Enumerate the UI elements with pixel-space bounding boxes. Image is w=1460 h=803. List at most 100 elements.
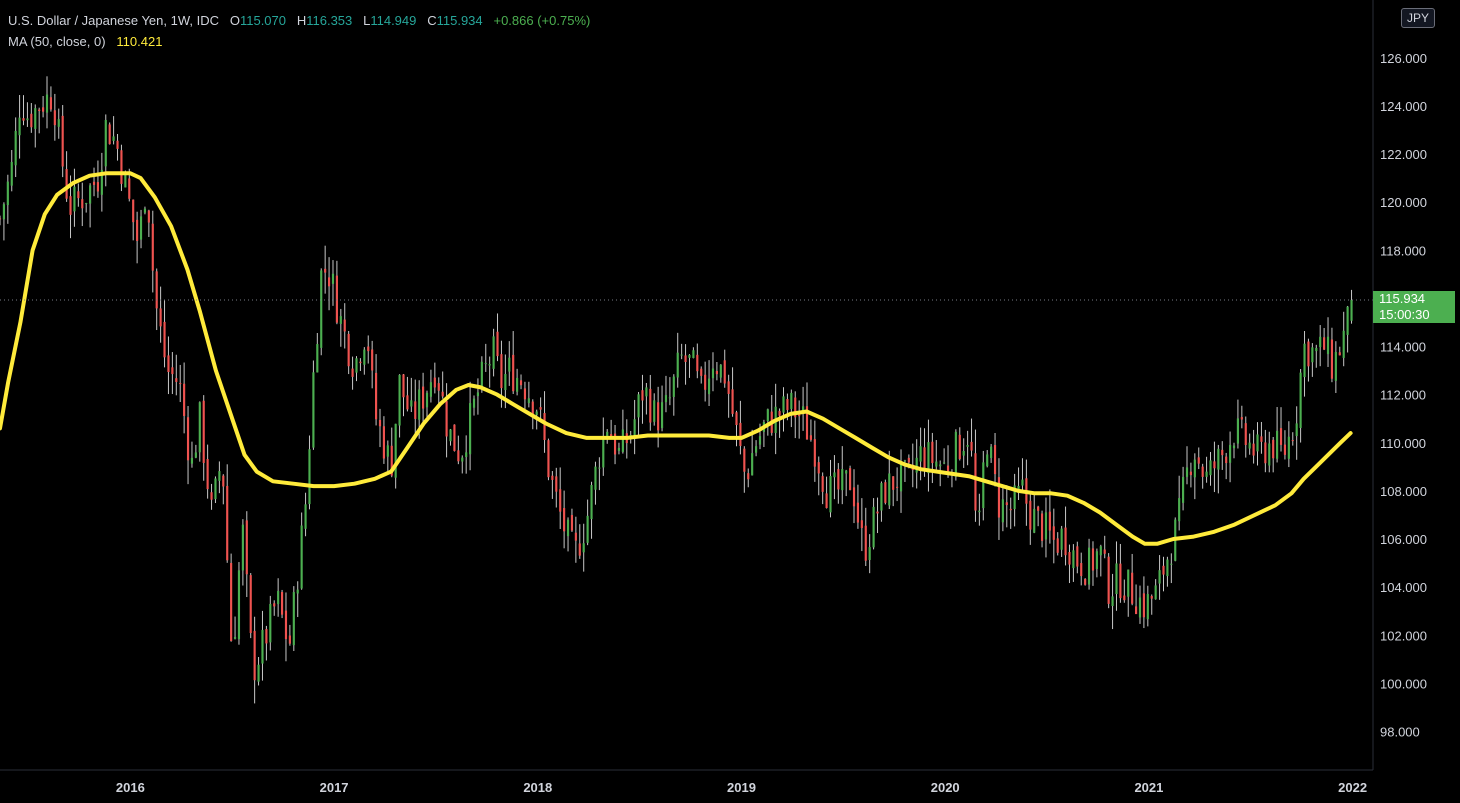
candle-body: [645, 387, 648, 397]
candle-body: [14, 130, 17, 166]
candle-body: [1080, 563, 1083, 577]
candle-body: [1072, 550, 1075, 569]
candle-body: [754, 446, 758, 453]
candle-body: [53, 110, 56, 126]
candle-body: [684, 355, 687, 363]
indicator-row[interactable]: MA (50, close, 0) 110.421: [8, 31, 590, 52]
candle-body: [1221, 449, 1224, 456]
candle-body: [700, 368, 703, 376]
candle-body: [1111, 596, 1114, 607]
candle-body: [277, 590, 280, 605]
candle-body: [308, 449, 311, 505]
candle-body: [547, 440, 550, 478]
candle-body: [382, 426, 385, 459]
y-tick-label: 104.000: [1380, 580, 1427, 595]
candle-body: [535, 411, 538, 415]
candle-body: [1178, 498, 1181, 522]
candle-body: [931, 441, 934, 464]
candle-body: [856, 502, 860, 523]
candle-body: [1060, 528, 1063, 550]
candle-body: [38, 109, 41, 112]
candle-body: [22, 118, 25, 121]
candle-body: [112, 136, 115, 141]
candle-body: [809, 435, 812, 440]
y-axis-ticks: 98.000 100.000 102.000 104.000 106.000 108.00…: [1380, 51, 1427, 740]
candle-body: [1095, 551, 1098, 569]
candle-body: [327, 277, 331, 287]
candle-body: [375, 372, 378, 420]
candle-body: [919, 446, 922, 462]
candle-body: [320, 270, 323, 348]
candle-body: [1091, 548, 1095, 571]
candle-body: [1272, 439, 1275, 459]
candle-body: [880, 483, 883, 511]
candle-body: [410, 400, 413, 407]
candle-body: [594, 466, 597, 490]
candle-body: [30, 113, 33, 128]
candle-body: [457, 450, 460, 462]
y-tick-label: 120.000: [1380, 195, 1427, 210]
candle-body: [1268, 443, 1271, 466]
candle-body: [394, 423, 397, 478]
candle-body: [899, 461, 903, 492]
high-value: 116.353: [306, 13, 353, 28]
candle-body: [1052, 526, 1055, 540]
candle-body: [598, 467, 601, 469]
candle-body: [1217, 448, 1220, 470]
candle-body: [1099, 546, 1102, 556]
candle-body: [563, 508, 566, 532]
x-tick-label: 2017: [320, 780, 349, 795]
candle-body: [151, 223, 154, 271]
candle-body: [292, 592, 295, 646]
price-axis[interactable]: [1373, 0, 1460, 770]
candle-body: [707, 378, 711, 395]
candle-body: [57, 119, 60, 127]
candle-body: [128, 178, 131, 199]
candle-body: [171, 367, 174, 375]
indicator-value: 110.421: [116, 34, 163, 49]
candle-body: [465, 452, 468, 457]
candle-body: [1225, 456, 1228, 464]
currency-badge[interactable]: JPY: [1401, 8, 1436, 28]
candle-body: [586, 515, 589, 543]
price-chart[interactable]: 98.000 100.000 102.000 104.000 106.000 108.00…: [0, 0, 1460, 803]
candle-body: [864, 525, 867, 561]
candle-body: [1127, 569, 1130, 597]
candle-body: [664, 395, 668, 403]
candle-body: [860, 520, 863, 529]
candle-body: [1119, 563, 1122, 599]
candle-body: [69, 196, 72, 215]
candle-body: [766, 409, 769, 422]
candle-body: [715, 370, 718, 375]
candle-body: [633, 419, 636, 436]
candle-body: [429, 382, 433, 397]
candle-body: [711, 368, 715, 379]
candle-body: [1131, 572, 1134, 604]
candle-body: [1326, 336, 1330, 355]
candle-body: [226, 485, 229, 561]
candle-body: [331, 273, 335, 284]
candle-body: [81, 199, 84, 209]
candle-body: [727, 381, 730, 394]
candle-body: [284, 610, 288, 640]
candle-body: [214, 478, 217, 500]
candle-body: [445, 401, 448, 437]
candle-body: [1138, 597, 1142, 618]
candle-body: [676, 352, 679, 378]
candle-body: [516, 377, 519, 392]
candle-body: [1123, 595, 1126, 601]
candle-body: [351, 368, 354, 377]
candle-body: [496, 331, 499, 357]
candle-body: [747, 473, 750, 480]
last-price-tag: 115.934 15:00:30: [1373, 290, 1455, 323]
candle-body: [868, 547, 871, 560]
candle-body: [433, 377, 436, 388]
candle-body: [884, 482, 887, 503]
candle-body: [1315, 347, 1318, 352]
candle-body: [1252, 443, 1255, 456]
bar-countdown: 15:00:30: [1379, 306, 1430, 322]
candle-body: [77, 191, 80, 199]
candle-body: [472, 398, 476, 408]
candle-body: [551, 475, 554, 480]
candle-body: [1283, 444, 1287, 455]
